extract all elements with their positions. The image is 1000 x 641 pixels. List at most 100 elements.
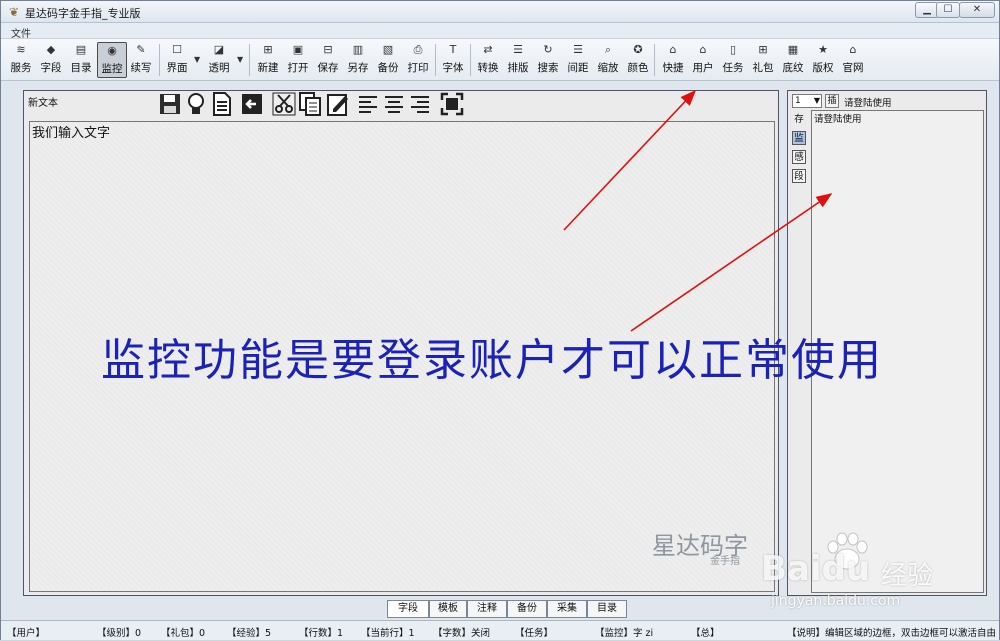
toolbar-separator (249, 44, 250, 76)
side-tab-paragraph[interactable]: 段 (792, 169, 806, 183)
side-tab-save[interactable]: 存 (792, 113, 806, 127)
fullscreen-icon[interactable] (440, 92, 464, 116)
watermark-subtitle: 金手指 (710, 556, 740, 567)
baidu-logo-text: Baidu (761, 549, 871, 589)
toolbar-button-catalog[interactable]: ▤ 目录 (67, 42, 95, 78)
chevron-down-icon: ▼ (813, 96, 820, 105)
close-button[interactable]: ✕ (959, 2, 995, 18)
layout-icon: ☰ (513, 43, 523, 56)
toolbar-button-transparency[interactable]: ◪ 透明 (205, 42, 233, 78)
toolbar-button-texture[interactable]: ▦ 底纹 (779, 42, 807, 78)
tab-backup[interactable]: 备份 (507, 600, 547, 618)
status-exp: 【经验】5 (227, 628, 272, 639)
page-select-value: 1 (795, 96, 801, 106)
transparency-icon: ◪ (213, 43, 225, 56)
toolbar-button-shortcut[interactable]: ⌂ 快捷 (659, 42, 687, 78)
align-center-icon[interactable] (382, 92, 406, 116)
copy-icon[interactable] (298, 92, 322, 116)
insert-button[interactable]: 插 (825, 94, 839, 108)
window-icon: ☐ (172, 43, 182, 56)
toolbar-button-backup[interactable]: ▧ 备份 (374, 42, 402, 78)
toolbar-button-task[interactable]: ▯ 任务 (719, 42, 747, 78)
home-icon: ⌂ (849, 43, 857, 56)
align-left-icon[interactable] (356, 92, 380, 116)
page-select[interactable]: 1 ▼ (792, 94, 822, 108)
toolbar-button-website[interactable]: ⌂ 官网 (839, 42, 867, 78)
status-task: 【任务】 (515, 628, 554, 639)
toolbar-button-interface[interactable]: ☐ 界面 (163, 42, 191, 78)
edit-icon[interactable] (326, 92, 350, 116)
shortcut-icon: ⌂ (669, 43, 677, 56)
back-arrow-icon[interactable] (240, 92, 264, 116)
tab-fields[interactable]: 字段 (387, 600, 429, 618)
align-right-icon[interactable] (408, 92, 432, 116)
toolbar-button-gift[interactable]: ⊞ 礼包 (749, 42, 777, 78)
toolbar-button-continue[interactable]: ✎ 续写 (127, 42, 155, 78)
toolbar-button-spacing[interactable]: ☰ 间距 (564, 42, 592, 78)
side-content-text: 请登陆使用 (814, 114, 862, 125)
open-icon: ▣ (292, 43, 304, 56)
refresh-search-icon: ↻ (543, 43, 553, 56)
maximize-button[interactable]: ☐ (936, 2, 960, 18)
lightbulb-icon[interactable] (184, 92, 208, 116)
side-tab-sensitive[interactable]: 感 (792, 150, 806, 164)
window-title: 星达码字金手指_专业版 (25, 7, 141, 20)
toolbar-button-service[interactable]: ≋ 服务 (7, 42, 35, 78)
toolbar-button-color[interactable]: ✪ 颜色 (624, 42, 652, 78)
toolbar: ≋ 服务 ◆ 字段 ▤ 目录 ◉ 监控 ✎ 续写 ☐ 界面 ▼ ◪ 透明 ▼ ⊞ 新建 ▣ 打开 … (1, 39, 999, 81)
title-bar[interactable]: ❦ 星达码字金手指_专业版 ▁ ☐ ✕ (1, 1, 999, 23)
menu-bar: 文件 (1, 23, 999, 40)
toolbar-button-typeset[interactable]: ☰ 排版 (504, 42, 532, 78)
texture-icon: ▦ (787, 43, 799, 56)
star-icon: ★ (818, 43, 828, 56)
new-icon: ⊞ (263, 43, 273, 56)
toolbar-button-search[interactable]: ↻ 搜索 (534, 42, 562, 78)
toolbar-button-open[interactable]: ▣ 打开 (284, 42, 312, 78)
menu-file[interactable]: 文件 (11, 25, 31, 40)
annotation-caption: 监控功能是要登录账户才可以正常使用 (101, 335, 883, 386)
toolbar-button-user[interactable]: ⌂ 用户 (689, 42, 717, 78)
tab-catalog[interactable]: 目录 (587, 600, 627, 618)
rss-icon: ≋ (16, 43, 26, 56)
toolbar-button-font[interactable]: T 字体 (439, 42, 467, 78)
tab-collect[interactable]: 采集 (547, 600, 587, 618)
status-total: 【总】 (691, 628, 720, 639)
status-chars: 【字数】关闭 (433, 628, 491, 639)
login-hint: 请登陆使用 (844, 98, 892, 109)
save-icon: ⊟ (323, 43, 333, 56)
toolbar-button-save[interactable]: ⊟ 保存 (314, 42, 342, 78)
toolbar-button-save-as[interactable]: ▥ 另存 (344, 42, 372, 78)
document-title: 新文本 (28, 98, 58, 109)
toolbar-button-print[interactable]: ⎙ 打印 (404, 42, 432, 78)
app-window: ❦ 星达码字金手指_专业版 ▁ ☐ ✕ 文件 ≋ 服务 ◆ 字段 ▤ 目录 ◉ 监控 ✎… (0, 0, 1000, 640)
editor-content: 我们输入文字 (32, 126, 111, 141)
gift-icon: ⊞ (758, 43, 768, 56)
app-logo-icon: ❦ (8, 5, 20, 19)
toolbar-button-copyright[interactable]: ★ 版权 (809, 42, 837, 78)
document-icon[interactable] (210, 92, 234, 116)
list-icon: ▤ (75, 43, 87, 56)
baidu-jingyan-text: 经验 (881, 561, 934, 591)
side-tab-monitor[interactable]: 监 (792, 131, 806, 145)
chevron-down-icon[interactable]: ▼ (194, 55, 200, 64)
toolbar-separator (159, 44, 160, 76)
tab-templates[interactable]: 模板 (429, 600, 467, 618)
toolbar-button-new[interactable]: ⊞ 新建 (254, 42, 282, 78)
user-icon: ⌂ (699, 43, 707, 56)
spacing-icon: ☰ (573, 43, 583, 56)
fields-icon: ◆ (46, 43, 56, 56)
toolbar-button-zoom[interactable]: ⌕ 缩放 (594, 42, 622, 78)
toolbar-button-convert[interactable]: ⇄ 转换 (474, 42, 502, 78)
print-icon: ⎙ (413, 43, 423, 56)
save-icon[interactable] (158, 92, 182, 116)
cut-icon[interactable] (272, 92, 296, 116)
status-user: 【用户】 (7, 628, 46, 639)
toolbar-button-monitor[interactable]: ◉ 监控 (97, 42, 127, 78)
convert-icon: ⇄ (483, 43, 493, 56)
toolbar-button-fields[interactable]: ◆ 字段 (37, 42, 65, 78)
status-lines: 【行数】1 (299, 628, 344, 639)
chevron-down-icon[interactable]: ▼ (237, 55, 243, 64)
tab-notes[interactable]: 注释 (467, 600, 507, 618)
save-as-icon: ▥ (352, 43, 364, 56)
backup-icon: ▧ (382, 43, 394, 56)
